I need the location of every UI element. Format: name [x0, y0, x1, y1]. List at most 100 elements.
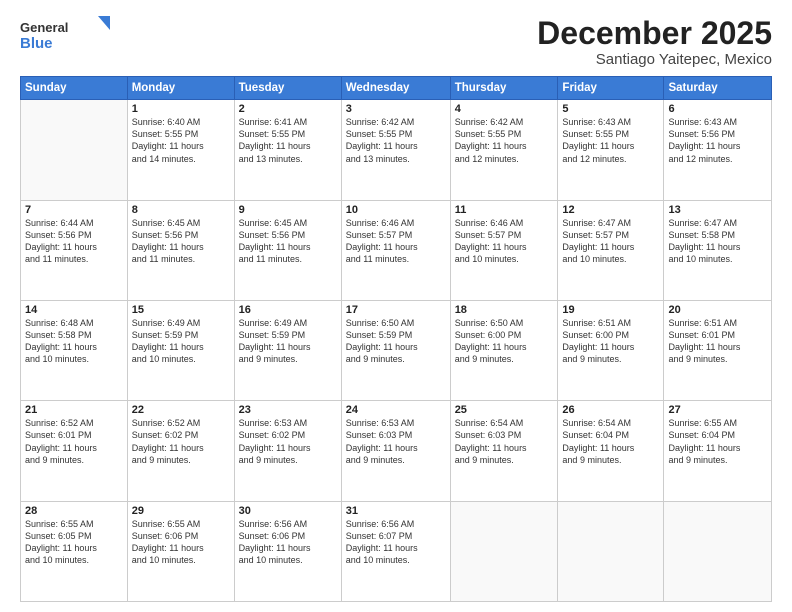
day-header: Wednesday: [341, 77, 450, 100]
day-info: Sunrise: 6:45 AM Sunset: 5:56 PM Dayligh…: [239, 217, 337, 266]
day-header: Sunday: [21, 77, 128, 100]
day-info: Sunrise: 6:52 AM Sunset: 6:01 PM Dayligh…: [25, 417, 123, 466]
week-row: 1Sunrise: 6:40 AM Sunset: 5:55 PM Daylig…: [21, 100, 772, 200]
day-info: Sunrise: 6:55 AM Sunset: 6:06 PM Dayligh…: [132, 518, 230, 567]
day-header: Monday: [127, 77, 234, 100]
day-cell: 3Sunrise: 6:42 AM Sunset: 5:55 PM Daylig…: [341, 100, 450, 200]
svg-text:Blue: Blue: [20, 35, 53, 52]
day-number: 5: [562, 103, 659, 115]
day-info: Sunrise: 6:49 AM Sunset: 5:59 PM Dayligh…: [239, 317, 337, 366]
day-info: Sunrise: 6:53 AM Sunset: 6:02 PM Dayligh…: [239, 417, 337, 466]
day-cell: 28Sunrise: 6:55 AM Sunset: 6:05 PM Dayli…: [21, 501, 128, 601]
calendar: SundayMondayTuesdayWednesdayThursdayFrid…: [20, 76, 772, 602]
day-info: Sunrise: 6:47 AM Sunset: 5:57 PM Dayligh…: [562, 217, 659, 266]
day-info: Sunrise: 6:50 AM Sunset: 5:59 PM Dayligh…: [346, 317, 446, 366]
day-number: 14: [25, 304, 123, 316]
day-info: Sunrise: 6:44 AM Sunset: 5:56 PM Dayligh…: [25, 217, 123, 266]
day-number: 7: [25, 204, 123, 216]
day-info: Sunrise: 6:40 AM Sunset: 5:55 PM Dayligh…: [132, 116, 230, 165]
day-info: Sunrise: 6:53 AM Sunset: 6:03 PM Dayligh…: [346, 417, 446, 466]
day-number: 29: [132, 505, 230, 517]
day-cell: [664, 501, 772, 601]
day-number: 30: [239, 505, 337, 517]
day-cell: [558, 501, 664, 601]
day-cell: 16Sunrise: 6:49 AM Sunset: 5:59 PM Dayli…: [234, 300, 341, 400]
day-info: Sunrise: 6:47 AM Sunset: 5:58 PM Dayligh…: [668, 217, 767, 266]
day-info: Sunrise: 6:55 AM Sunset: 6:05 PM Dayligh…: [25, 518, 123, 567]
day-number: 11: [455, 204, 554, 216]
day-info: Sunrise: 6:54 AM Sunset: 6:03 PM Dayligh…: [455, 417, 554, 466]
svg-text:General: General: [20, 20, 68, 35]
day-info: Sunrise: 6:52 AM Sunset: 6:02 PM Dayligh…: [132, 417, 230, 466]
day-info: Sunrise: 6:41 AM Sunset: 5:55 PM Dayligh…: [239, 116, 337, 165]
logo-svg: General Blue: [20, 16, 110, 58]
day-info: Sunrise: 6:56 AM Sunset: 6:06 PM Dayligh…: [239, 518, 337, 567]
day-number: 27: [668, 404, 767, 416]
day-number: 6: [668, 103, 767, 115]
day-cell: 18Sunrise: 6:50 AM Sunset: 6:00 PM Dayli…: [450, 300, 558, 400]
calendar-body: 1Sunrise: 6:40 AM Sunset: 5:55 PM Daylig…: [21, 100, 772, 602]
day-info: Sunrise: 6:51 AM Sunset: 6:01 PM Dayligh…: [668, 317, 767, 366]
day-cell: 12Sunrise: 6:47 AM Sunset: 5:57 PM Dayli…: [558, 200, 664, 300]
day-info: Sunrise: 6:46 AM Sunset: 5:57 PM Dayligh…: [346, 217, 446, 266]
days-header-row: SundayMondayTuesdayWednesdayThursdayFrid…: [21, 77, 772, 100]
day-number: 25: [455, 404, 554, 416]
day-number: 24: [346, 404, 446, 416]
day-header: Saturday: [664, 77, 772, 100]
day-cell: 23Sunrise: 6:53 AM Sunset: 6:02 PM Dayli…: [234, 401, 341, 501]
day-number: 23: [239, 404, 337, 416]
day-number: 4: [455, 103, 554, 115]
location: Santiago Yaitepec, Mexico: [537, 51, 772, 68]
day-info: Sunrise: 6:42 AM Sunset: 5:55 PM Dayligh…: [346, 116, 446, 165]
day-info: Sunrise: 6:45 AM Sunset: 5:56 PM Dayligh…: [132, 217, 230, 266]
day-info: Sunrise: 6:43 AM Sunset: 5:55 PM Dayligh…: [562, 116, 659, 165]
day-number: 8: [132, 204, 230, 216]
day-cell: 13Sunrise: 6:47 AM Sunset: 5:58 PM Dayli…: [664, 200, 772, 300]
day-number: 1: [132, 103, 230, 115]
day-cell: 17Sunrise: 6:50 AM Sunset: 5:59 PM Dayli…: [341, 300, 450, 400]
day-cell: 22Sunrise: 6:52 AM Sunset: 6:02 PM Dayli…: [127, 401, 234, 501]
day-header: Thursday: [450, 77, 558, 100]
day-cell: 15Sunrise: 6:49 AM Sunset: 5:59 PM Dayli…: [127, 300, 234, 400]
day-info: Sunrise: 6:56 AM Sunset: 6:07 PM Dayligh…: [346, 518, 446, 567]
day-info: Sunrise: 6:55 AM Sunset: 6:04 PM Dayligh…: [668, 417, 767, 466]
day-cell: 20Sunrise: 6:51 AM Sunset: 6:01 PM Dayli…: [664, 300, 772, 400]
month-title: December 2025: [537, 16, 772, 51]
day-cell: 6Sunrise: 6:43 AM Sunset: 5:56 PM Daylig…: [664, 100, 772, 200]
day-number: 22: [132, 404, 230, 416]
day-info: Sunrise: 6:42 AM Sunset: 5:55 PM Dayligh…: [455, 116, 554, 165]
day-info: Sunrise: 6:54 AM Sunset: 6:04 PM Dayligh…: [562, 417, 659, 466]
logo: General Blue: [20, 16, 110, 58]
day-number: 26: [562, 404, 659, 416]
day-info: Sunrise: 6:43 AM Sunset: 5:56 PM Dayligh…: [668, 116, 767, 165]
day-cell: 4Sunrise: 6:42 AM Sunset: 5:55 PM Daylig…: [450, 100, 558, 200]
day-cell: 29Sunrise: 6:55 AM Sunset: 6:06 PM Dayli…: [127, 501, 234, 601]
day-cell: 26Sunrise: 6:54 AM Sunset: 6:04 PM Dayli…: [558, 401, 664, 501]
day-number: 15: [132, 304, 230, 316]
week-row: 21Sunrise: 6:52 AM Sunset: 6:01 PM Dayli…: [21, 401, 772, 501]
day-number: 20: [668, 304, 767, 316]
day-cell: 25Sunrise: 6:54 AM Sunset: 6:03 PM Dayli…: [450, 401, 558, 501]
day-header: Friday: [558, 77, 664, 100]
day-number: 3: [346, 103, 446, 115]
day-cell: 30Sunrise: 6:56 AM Sunset: 6:06 PM Dayli…: [234, 501, 341, 601]
day-cell: [21, 100, 128, 200]
day-cell: 27Sunrise: 6:55 AM Sunset: 6:04 PM Dayli…: [664, 401, 772, 501]
day-cell: 9Sunrise: 6:45 AM Sunset: 5:56 PM Daylig…: [234, 200, 341, 300]
title-block: December 2025 Santiago Yaitepec, Mexico: [537, 16, 772, 68]
week-row: 14Sunrise: 6:48 AM Sunset: 5:58 PM Dayli…: [21, 300, 772, 400]
day-header: Tuesday: [234, 77, 341, 100]
day-number: 13: [668, 204, 767, 216]
day-number: 18: [455, 304, 554, 316]
day-number: 2: [239, 103, 337, 115]
day-cell: [450, 501, 558, 601]
day-number: 19: [562, 304, 659, 316]
day-cell: 24Sunrise: 6:53 AM Sunset: 6:03 PM Dayli…: [341, 401, 450, 501]
day-cell: 14Sunrise: 6:48 AM Sunset: 5:58 PM Dayli…: [21, 300, 128, 400]
day-number: 28: [25, 505, 123, 517]
day-cell: 5Sunrise: 6:43 AM Sunset: 5:55 PM Daylig…: [558, 100, 664, 200]
day-cell: 1Sunrise: 6:40 AM Sunset: 5:55 PM Daylig…: [127, 100, 234, 200]
day-number: 31: [346, 505, 446, 517]
week-row: 7Sunrise: 6:44 AM Sunset: 5:56 PM Daylig…: [21, 200, 772, 300]
day-cell: 7Sunrise: 6:44 AM Sunset: 5:56 PM Daylig…: [21, 200, 128, 300]
